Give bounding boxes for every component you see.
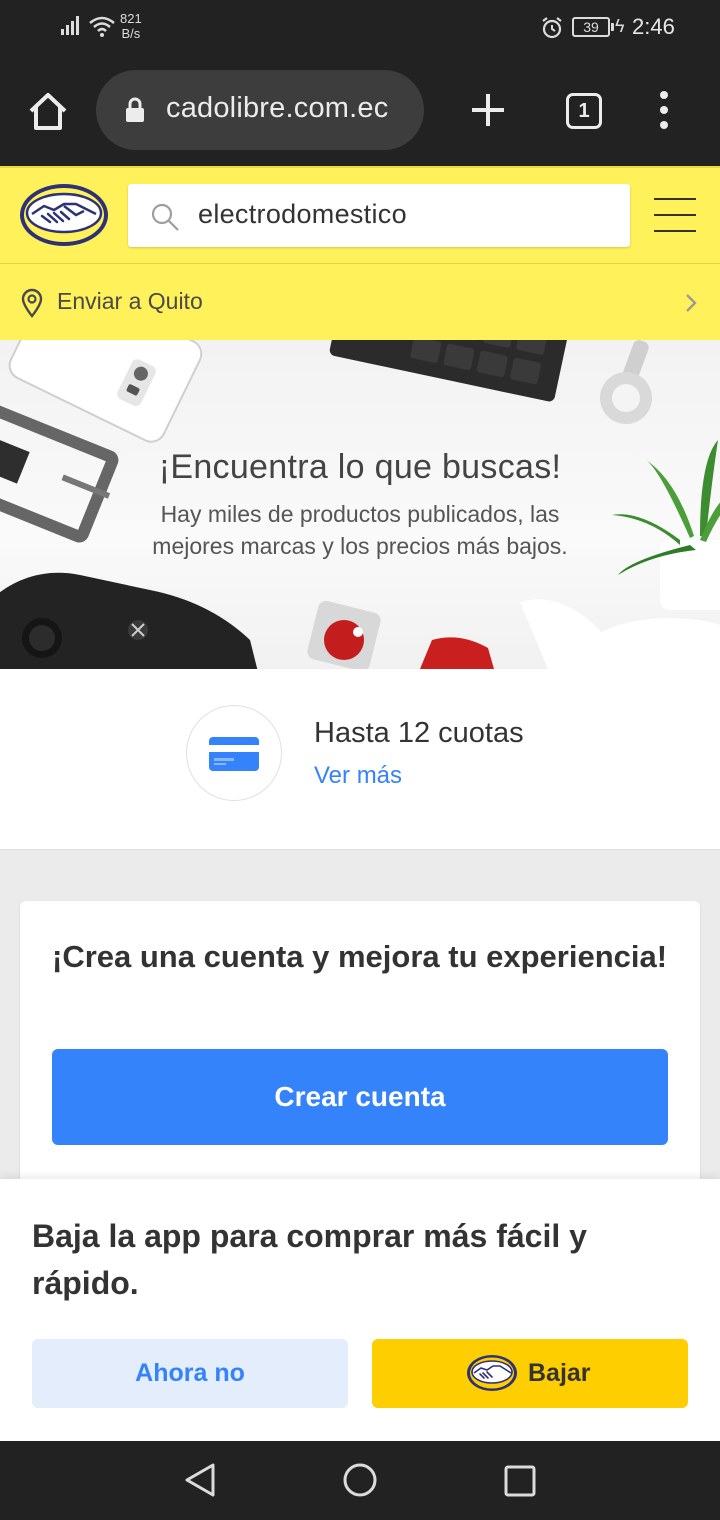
plus-icon[interactable]: [466, 88, 510, 132]
installments-icon-circle: [186, 705, 282, 801]
home-icon[interactable]: [26, 90, 70, 134]
banner-subtitle-line-1: Hay miles de productos publicados, las: [160, 501, 560, 527]
nav-back-icon[interactable]: [182, 1461, 218, 1499]
search-input[interactable]: electrodomestico: [128, 184, 630, 247]
android-navigation-bar: [0, 1441, 720, 1520]
mercadolibre-logo-icon: [467, 1355, 517, 1391]
network-speed-value: 821: [120, 11, 142, 26]
download-button[interactable]: Bajar: [372, 1339, 688, 1408]
installments-section: Hasta 12 cuotas Ver más: [0, 669, 720, 850]
wifi-icon: [89, 16, 115, 37]
search-query: electrodomestico: [198, 199, 407, 229]
banner-title: ¡Encuentra lo que buscas!: [158, 448, 562, 486]
location-pin-icon: [21, 288, 43, 318]
delivery-location-bar[interactable]: Enviar a Quito: [0, 263, 720, 340]
network-speed-unit: B/s: [121, 26, 141, 41]
download-app-title: Baja la app para comprar más fácil y ráp…: [32, 1218, 587, 1301]
see-more-link[interactable]: Ver más: [314, 762, 402, 790]
network-speed: 821 B/s: [120, 11, 142, 41]
address-bar[interactable]: cadolibre.com.ec: [96, 70, 424, 150]
location-label: Enviar a Quito: [57, 288, 203, 314]
chevron-right-icon: [686, 294, 697, 312]
banner-subtitle-line-2: mejores marcas y los precios más bajos.: [152, 533, 568, 559]
installments-title: Hasta 12 cuotas: [314, 717, 524, 749]
mercadolibre-logo-icon[interactable]: [18, 182, 110, 248]
create-account-card: ¡Crea una cuenta y mejora tu experiencia…: [20, 901, 700, 1201]
credit-card-icon: [209, 737, 259, 771]
nav-recent-icon[interactable]: [504, 1465, 536, 1497]
status-bar: 821 B/s 39 ϟ 2:46: [0, 0, 720, 56]
create-account-button[interactable]: Crear cuenta: [52, 1049, 668, 1145]
signal-icon: [61, 16, 79, 35]
site-header: electrodomestico: [0, 166, 720, 263]
promo-banner[interactable]: ¡Encuentra lo que buscas! Hay miles de p…: [0, 340, 720, 669]
more-vert-icon[interactable]: [652, 88, 676, 132]
create-account-title: ¡Crea una cuenta y mejora tu experiencia…: [52, 939, 668, 974]
lock-icon: [126, 97, 144, 122]
clock: 2:46: [632, 14, 675, 39]
download-app-banner: Baja la app para comprar más fácil y ráp…: [0, 1179, 720, 1441]
url-text: cadolibre.com.ec: [166, 92, 389, 124]
banner-subtitle: Hay miles de productos publicados, las m…: [0, 498, 720, 562]
browser-toolbar: cadolibre.com.ec 1: [0, 56, 720, 166]
battery-icon: 39: [572, 17, 614, 37]
not-now-button[interactable]: Ahora no: [32, 1339, 348, 1408]
download-button-label: Bajar: [528, 1359, 591, 1387]
nav-home-icon[interactable]: [342, 1462, 378, 1498]
alarm-icon: [542, 17, 562, 39]
hamburger-menu-icon[interactable]: [654, 198, 696, 232]
search-icon: [151, 203, 179, 231]
tabs-icon[interactable]: 1: [566, 93, 602, 129]
charging-icon: ϟ: [615, 16, 625, 36]
